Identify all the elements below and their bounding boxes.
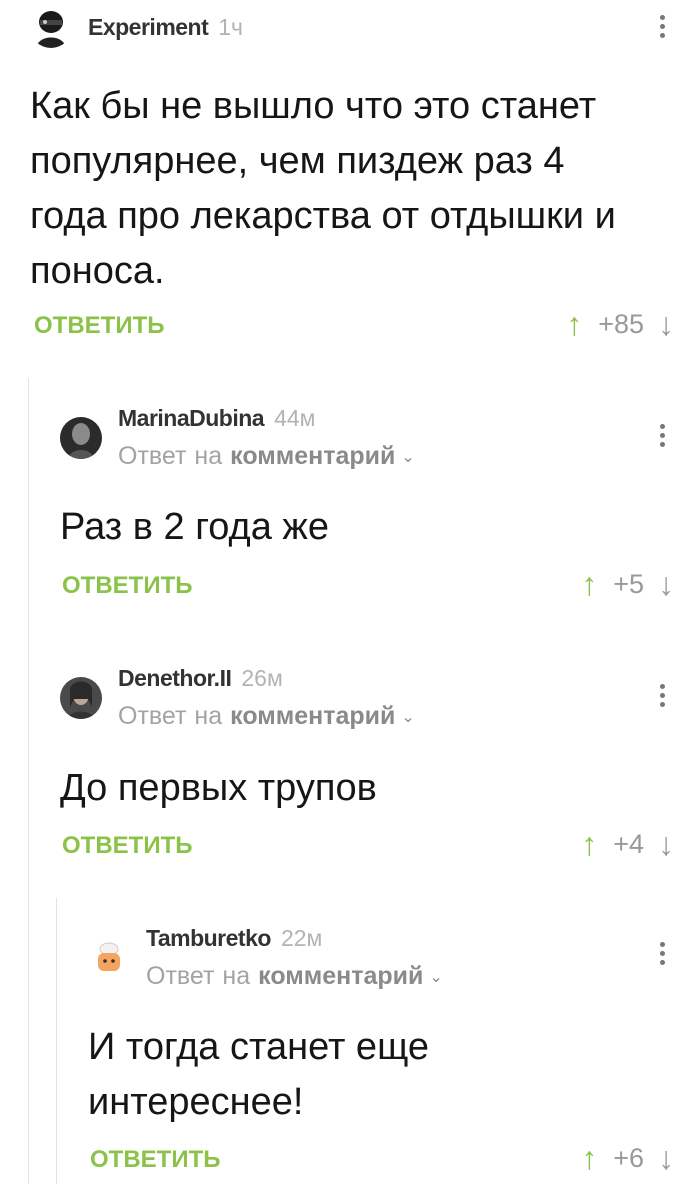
reply-na: на	[194, 442, 223, 470]
username[interactable]: MarinaDubina	[118, 405, 265, 432]
comment-body-line: Как бы не вышло что это станет	[30, 85, 597, 127]
comment-body-line: года про лекарства от отдышки и	[30, 195, 616, 237]
arrow-down-icon[interactable]: ↓	[658, 828, 674, 860]
reply-reference[interactable]: Ответ на комментарий ⌄	[118, 702, 415, 731]
comment-body-line: Раз в 2 года же	[60, 506, 329, 548]
avatar-image	[36, 11, 66, 48]
arrow-down-icon[interactable]: ↓	[658, 308, 674, 340]
avatar-image	[60, 417, 102, 459]
comment-meta: Experiment 1ч	[88, 14, 243, 41]
arrow-up-icon[interactable]: ↑	[566, 308, 582, 340]
comment-time: 44м	[274, 405, 316, 431]
chevron-down-icon: ⌄	[401, 448, 415, 466]
reply-na: на	[194, 702, 223, 730]
arrow-down-icon[interactable]: ↓	[658, 568, 674, 600]
comment-body: И тогда станет еще интереснее!	[88, 1020, 429, 1130]
parent-comment-link[interactable]: комментарий	[230, 442, 395, 471]
reply-reference[interactable]: Ответ на комментарий ⌄	[118, 442, 415, 471]
chevron-down-icon: ⌄	[429, 968, 443, 986]
comment-header: MarinaDubina 44м Ответ на комментарий ⌄	[60, 394, 415, 482]
arrow-up-icon[interactable]: ↑	[581, 828, 597, 860]
rating-count: +6	[613, 1142, 644, 1173]
more-vertical-icon[interactable]	[656, 682, 668, 709]
rating-count: +5	[613, 568, 644, 599]
arrow-up-icon[interactable]: ↑	[581, 568, 597, 600]
username[interactable]: Denethor.II	[118, 665, 232, 692]
reply-prefix: Ответ	[146, 962, 215, 990]
comment-header: Tamburetko 22м Ответ на комментарий ⌄	[88, 914, 443, 1002]
parent-comment-link[interactable]: комментарий	[230, 702, 395, 731]
vote-controls: ↑ +6 ↓	[581, 1142, 674, 1174]
comment-body-line: До первых трупов	[60, 767, 377, 809]
comment-time: 22м	[280, 925, 323, 951]
vote-controls: ↑ +5 ↓	[581, 568, 674, 600]
comment-body-line: И тогда станет еще	[88, 1026, 430, 1068]
reply-prefix: Ответ	[118, 442, 187, 470]
avatar[interactable]	[88, 937, 130, 979]
reply-na: на	[222, 962, 251, 990]
comment-meta: MarinaDubina 44м Ответ на комментарий ⌄	[118, 405, 415, 471]
more-vertical-icon[interactable]	[656, 13, 668, 40]
vote-controls: ↑ +4 ↓	[581, 828, 674, 860]
reply-button[interactable]: ОТВЕТИТЬ	[62, 832, 193, 860]
avatar-image	[98, 942, 120, 971]
more-vertical-icon[interactable]	[656, 940, 668, 967]
avatar-image	[60, 677, 102, 719]
comment-meta: Denethor.II 26м Ответ на комментарий ⌄	[118, 665, 415, 731]
comment-time: 1ч	[218, 13, 244, 40]
parent-comment-link[interactable]: комментарий	[258, 962, 423, 991]
reply-reference[interactable]: Ответ на комментарий ⌄	[146, 962, 443, 991]
username[interactable]: Tamburetko	[146, 925, 271, 952]
comment-body: Как бы не вышло что это станет популярне…	[30, 79, 616, 299]
thread-line-level-2	[56, 898, 57, 1184]
rating-count: +85	[598, 308, 644, 339]
comment-body: Раз в 2 года же	[60, 500, 329, 555]
username[interactable]: Experiment	[88, 14, 209, 41]
avatar[interactable]	[30, 6, 72, 48]
more-vertical-icon[interactable]	[656, 422, 668, 449]
rating-count: +4	[613, 828, 644, 859]
thread-line-level-1	[28, 378, 29, 1184]
comment-meta: Tamburetko 22м Ответ на комментарий ⌄	[146, 925, 443, 991]
comment-body-line: популярнее, чем пиздеж раз 4	[30, 140, 565, 182]
chevron-down-icon: ⌄	[401, 708, 415, 726]
arrow-down-icon[interactable]: ↓	[658, 1142, 674, 1174]
avatar[interactable]	[60, 417, 102, 459]
arrow-up-icon[interactable]: ↑	[581, 1142, 597, 1174]
reply-button[interactable]: ОТВЕТИТЬ	[90, 1146, 221, 1174]
reply-button[interactable]: ОТВЕТИТЬ	[62, 572, 193, 600]
comment-body: До первых трупов	[60, 761, 377, 816]
avatar[interactable]	[60, 677, 102, 719]
reply-prefix: Ответ	[118, 702, 187, 730]
comment-header: Denethor.II 26м Ответ на комментарий ⌄	[60, 654, 415, 742]
comment-header: Experiment 1ч	[30, 6, 243, 48]
comment-body-line: интереснее!	[88, 1081, 304, 1123]
reply-button[interactable]: ОТВЕТИТЬ	[34, 312, 165, 340]
comment-body-line: поноса.	[30, 250, 165, 292]
comment-time: 26м	[241, 665, 283, 691]
vote-controls: ↑ +85 ↓	[566, 308, 674, 340]
